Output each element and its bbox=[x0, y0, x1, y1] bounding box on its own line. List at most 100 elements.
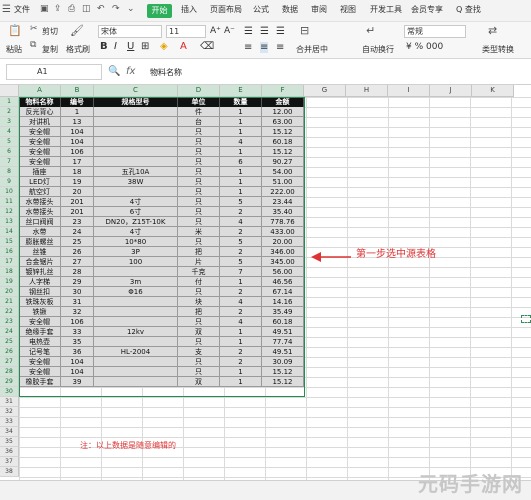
table-cell[interactable]: 67.14 bbox=[262, 287, 304, 297]
table-cell[interactable]: 只 bbox=[178, 367, 220, 377]
row-header-15[interactable]: 15 bbox=[0, 237, 19, 247]
table-cell[interactable]: 只 bbox=[178, 137, 220, 147]
table-cell[interactable]: 35.49 bbox=[262, 307, 304, 317]
row-header-14[interactable]: 14 bbox=[0, 227, 19, 237]
row-header-3[interactable]: 3 bbox=[0, 117, 19, 127]
wrap-text-button[interactable]: 自动换行 bbox=[362, 44, 394, 55]
table-cell[interactable]: 只 bbox=[178, 237, 220, 247]
menu-review[interactable]: 审阅 bbox=[311, 4, 327, 15]
copy-button[interactable]: 复制 bbox=[42, 44, 58, 55]
table-cell[interactable]: 插座 bbox=[19, 167, 61, 177]
table-cell[interactable]: 千克 bbox=[178, 267, 220, 277]
table-cell[interactable]: 记号笔 bbox=[19, 347, 61, 357]
table-cell[interactable]: 39 bbox=[61, 377, 94, 387]
type-convert-button[interactable]: 类型转换 bbox=[482, 44, 514, 55]
redo-icon[interactable]: ↷ bbox=[112, 4, 120, 14]
table-header-cell[interactable]: 数量 bbox=[220, 97, 262, 107]
export-icon[interactable]: ⇪ bbox=[54, 4, 62, 14]
table-cell[interactable]: 电热壶 bbox=[19, 337, 61, 347]
table-cell[interactable]: 反光背心 bbox=[19, 107, 61, 117]
row-header-17[interactable]: 17 bbox=[0, 257, 19, 267]
table-cell[interactable] bbox=[94, 137, 178, 147]
table-cell[interactable]: 2 bbox=[220, 227, 262, 237]
column-header-h[interactable]: H bbox=[346, 85, 388, 97]
table-cell[interactable]: 13 bbox=[61, 117, 94, 127]
select-all-corner[interactable] bbox=[0, 85, 19, 97]
table-cell[interactable]: 航空灯 bbox=[19, 187, 61, 197]
row-header-2[interactable]: 2 bbox=[0, 107, 19, 117]
table-cell[interactable]: 77.74 bbox=[262, 337, 304, 347]
table-cell[interactable]: 水带 bbox=[19, 227, 61, 237]
row-header-10[interactable]: 10 bbox=[0, 187, 19, 197]
shrink-font-icon[interactable]: A⁻ bbox=[224, 26, 235, 36]
wrap-icon[interactable]: ↵ bbox=[366, 24, 375, 37]
table-cell[interactable]: 2 bbox=[220, 287, 262, 297]
table-cell[interactable]: 安全帽 bbox=[19, 357, 61, 367]
table-cell[interactable]: 只 bbox=[178, 187, 220, 197]
table-cell[interactable]: 29 bbox=[61, 277, 94, 287]
table-cell[interactable]: 1 bbox=[220, 377, 262, 387]
table-cell[interactable]: 32 bbox=[61, 307, 94, 317]
table-cell[interactable]: 104 bbox=[61, 137, 94, 147]
table-cell[interactable] bbox=[94, 337, 178, 347]
table-header-cell[interactable]: 物料名称 bbox=[19, 97, 61, 107]
bold-icon[interactable]: B bbox=[100, 41, 108, 52]
table-cell[interactable]: 只 bbox=[178, 157, 220, 167]
font-size-select[interactable]: 11 bbox=[166, 25, 206, 38]
table-cell[interactable]: 合金锯片 bbox=[19, 257, 61, 267]
table-cell[interactable]: 778.76 bbox=[262, 217, 304, 227]
table-cell[interactable]: 4 bbox=[220, 317, 262, 327]
column-header-j[interactable]: J bbox=[430, 85, 472, 97]
clear-format-icon[interactable]: ⌫ bbox=[200, 41, 214, 52]
table-header-cell[interactable]: 金额 bbox=[262, 97, 304, 107]
table-cell[interactable]: 安全帽 bbox=[19, 367, 61, 377]
table-cell[interactable]: 23 bbox=[61, 217, 94, 227]
align-bottom-icon[interactable]: ☰ bbox=[276, 26, 285, 37]
table-cell[interactable]: 只 bbox=[178, 197, 220, 207]
currency-icon[interactable]: ¥ % 000 bbox=[406, 42, 443, 52]
font-color-icon[interactable]: A bbox=[180, 41, 187, 52]
row-header-4[interactable]: 4 bbox=[0, 127, 19, 137]
table-cell[interactable]: 6 bbox=[220, 157, 262, 167]
table-cell[interactable]: 104 bbox=[61, 357, 94, 367]
table-cell[interactable]: 106 bbox=[61, 317, 94, 327]
table-cell[interactable]: 345.00 bbox=[262, 257, 304, 267]
table-cell[interactable]: 1 bbox=[220, 177, 262, 187]
cut-icon[interactable]: ✂ bbox=[30, 24, 38, 34]
row-header-37[interactable]: 37 bbox=[0, 457, 19, 467]
table-cell[interactable]: 安全帽 bbox=[19, 317, 61, 327]
table-cell[interactable]: 只 bbox=[178, 177, 220, 187]
row-header-31[interactable]: 31 bbox=[0, 397, 19, 407]
preview-icon[interactable]: ◫ bbox=[82, 4, 91, 14]
table-cell[interactable]: HL-2004 bbox=[94, 347, 178, 357]
row-header-11[interactable]: 11 bbox=[0, 197, 19, 207]
table-cell[interactable]: 台 bbox=[178, 117, 220, 127]
type-convert-icon[interactable]: ⇄ bbox=[488, 24, 497, 37]
table-cell[interactable]: 54.00 bbox=[262, 167, 304, 177]
border-icon[interactable]: ⊞ bbox=[141, 41, 149, 52]
table-cell[interactable]: 15.12 bbox=[262, 377, 304, 387]
table-cell[interactable]: 铁锹 bbox=[19, 307, 61, 317]
table-cell[interactable]: 把 bbox=[178, 247, 220, 257]
menu-view[interactable]: 视图 bbox=[340, 4, 356, 15]
font-select[interactable]: 宋体 bbox=[98, 25, 162, 38]
table-cell[interactable]: 对讲机 bbox=[19, 117, 61, 127]
table-cell[interactable]: 钢丝扣 bbox=[19, 287, 61, 297]
table-cell[interactable]: 1 bbox=[220, 107, 262, 117]
table-cell[interactable]: 1 bbox=[220, 367, 262, 377]
table-cell[interactable]: 17 bbox=[61, 157, 94, 167]
table-cell[interactable]: 19 bbox=[61, 177, 94, 187]
table-cell[interactable]: LED灯 bbox=[19, 177, 61, 187]
table-cell[interactable]: 把 bbox=[178, 307, 220, 317]
table-cell[interactable] bbox=[94, 117, 178, 127]
table-cell[interactable]: 56.00 bbox=[262, 267, 304, 277]
table-cell[interactable]: 28 bbox=[61, 267, 94, 277]
row-header-6[interactable]: 6 bbox=[0, 147, 19, 157]
table-cell[interactable] bbox=[94, 377, 178, 387]
print-icon[interactable]: ⎙ bbox=[68, 4, 75, 14]
hamburger-menu-icon[interactable]: ☰ bbox=[2, 4, 11, 15]
table-cell[interactable]: 15.12 bbox=[262, 127, 304, 137]
table-cell[interactable]: 五孔10A bbox=[94, 167, 178, 177]
row-header-20[interactable]: 20 bbox=[0, 287, 19, 297]
table-cell[interactable] bbox=[94, 187, 178, 197]
